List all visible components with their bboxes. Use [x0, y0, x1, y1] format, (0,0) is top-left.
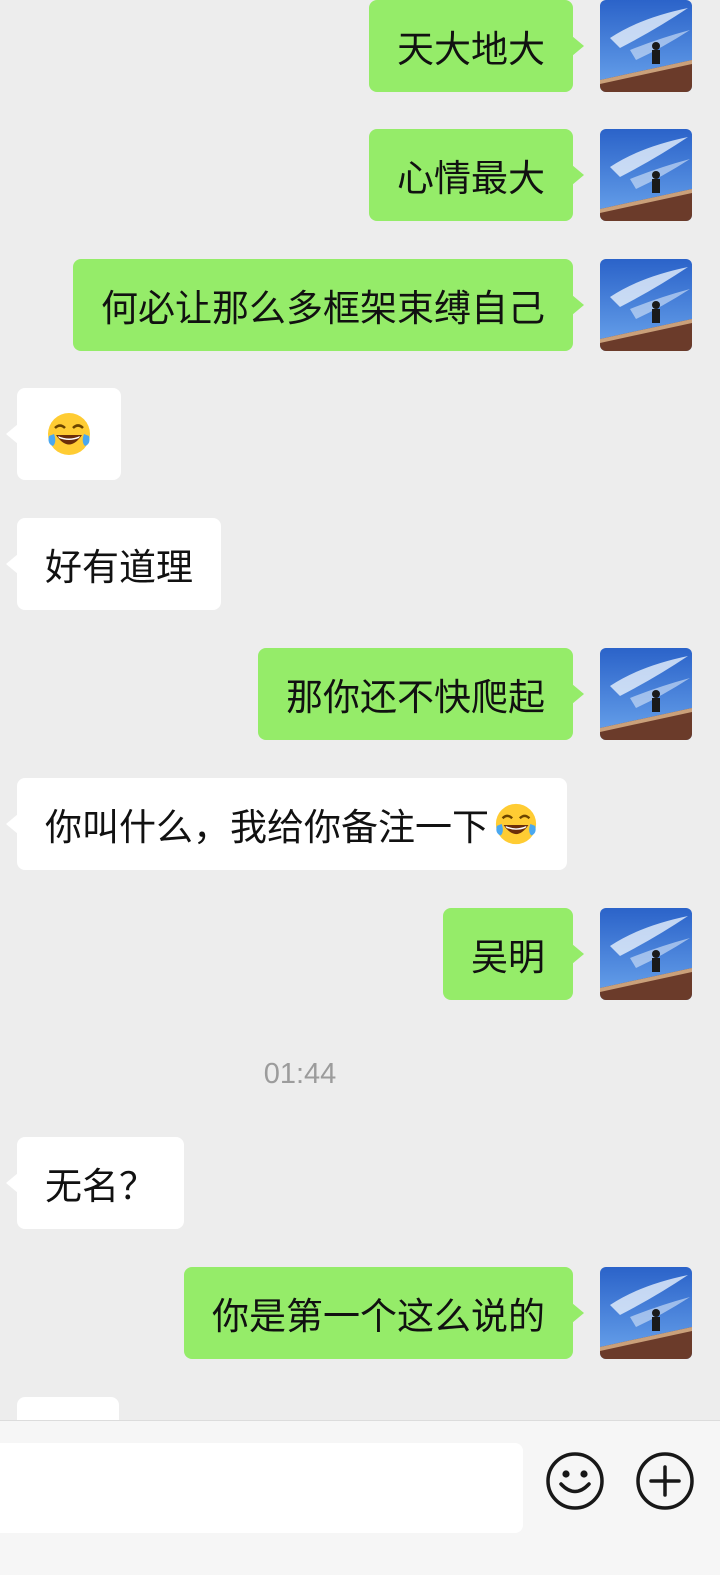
message-bubble[interactable]: 天大地大 — [369, 0, 584, 92]
message-bubble[interactable]: 吴明 — [443, 908, 584, 1000]
tears-of-joy-emoji-icon — [48, 413, 90, 455]
message-bubble[interactable]: 何必让那么多框架束缚自己 — [73, 259, 584, 351]
message-text: 何必让那么多框架束缚自己 — [101, 287, 545, 330]
message-bubble[interactable]: 心情最大 — [369, 129, 584, 221]
user-avatar[interactable] — [600, 129, 692, 221]
smiley-face-icon[interactable] — [545, 1451, 605, 1511]
message-text: 无名？ — [45, 1165, 156, 1208]
message-bubble[interactable]: 好有道理 — [6, 518, 221, 610]
user-avatar[interactable] — [600, 259, 692, 351]
user-avatar[interactable] — [600, 1267, 692, 1359]
message-text: 天大地大 — [397, 28, 545, 71]
message-text: 好有道理 — [45, 546, 193, 589]
message-text: 那你还不快爬起 — [286, 676, 545, 719]
message-bubble[interactable]: 你是第一个这么说的 — [184, 1267, 584, 1359]
message-list[interactable]: 天大地大 心情最大 何必让那么多框架束缚自己 好有道理 那你还不快爬起 你叫什么… — [0, 0, 720, 1420]
message-text: 你叫什么，我给你备注一下 — [45, 806, 489, 849]
message-text: 心情最大 — [397, 157, 545, 200]
user-avatar[interactable] — [600, 0, 692, 92]
user-avatar[interactable] — [600, 908, 692, 1000]
message-bubble[interactable]: 那你还不快爬起 — [258, 648, 584, 740]
message-bubble[interactable]: 无名？ — [6, 1137, 184, 1229]
message-timestamp: 01:44 — [263, 1058, 337, 1090]
message-bubble[interactable] — [17, 1397, 119, 1420]
message-input[interactable] — [0, 1443, 523, 1533]
message-text: 你是第一个这么说的 — [212, 1295, 545, 1338]
message-bubble[interactable]: 你叫什么，我给你备注一下 — [6, 778, 567, 870]
tears-of-joy-emoji-icon — [495, 803, 537, 845]
chat-screen: 天大地大 心情最大 何必让那么多框架束缚自己 好有道理 那你还不快爬起 你叫什么… — [0, 0, 720, 1575]
message-text: 吴明 — [471, 936, 545, 979]
plus-circle-icon[interactable] — [635, 1451, 695, 1511]
user-avatar[interactable] — [600, 648, 692, 740]
message-bubble[interactable] — [6, 388, 121, 480]
input-bar — [0, 1420, 720, 1575]
